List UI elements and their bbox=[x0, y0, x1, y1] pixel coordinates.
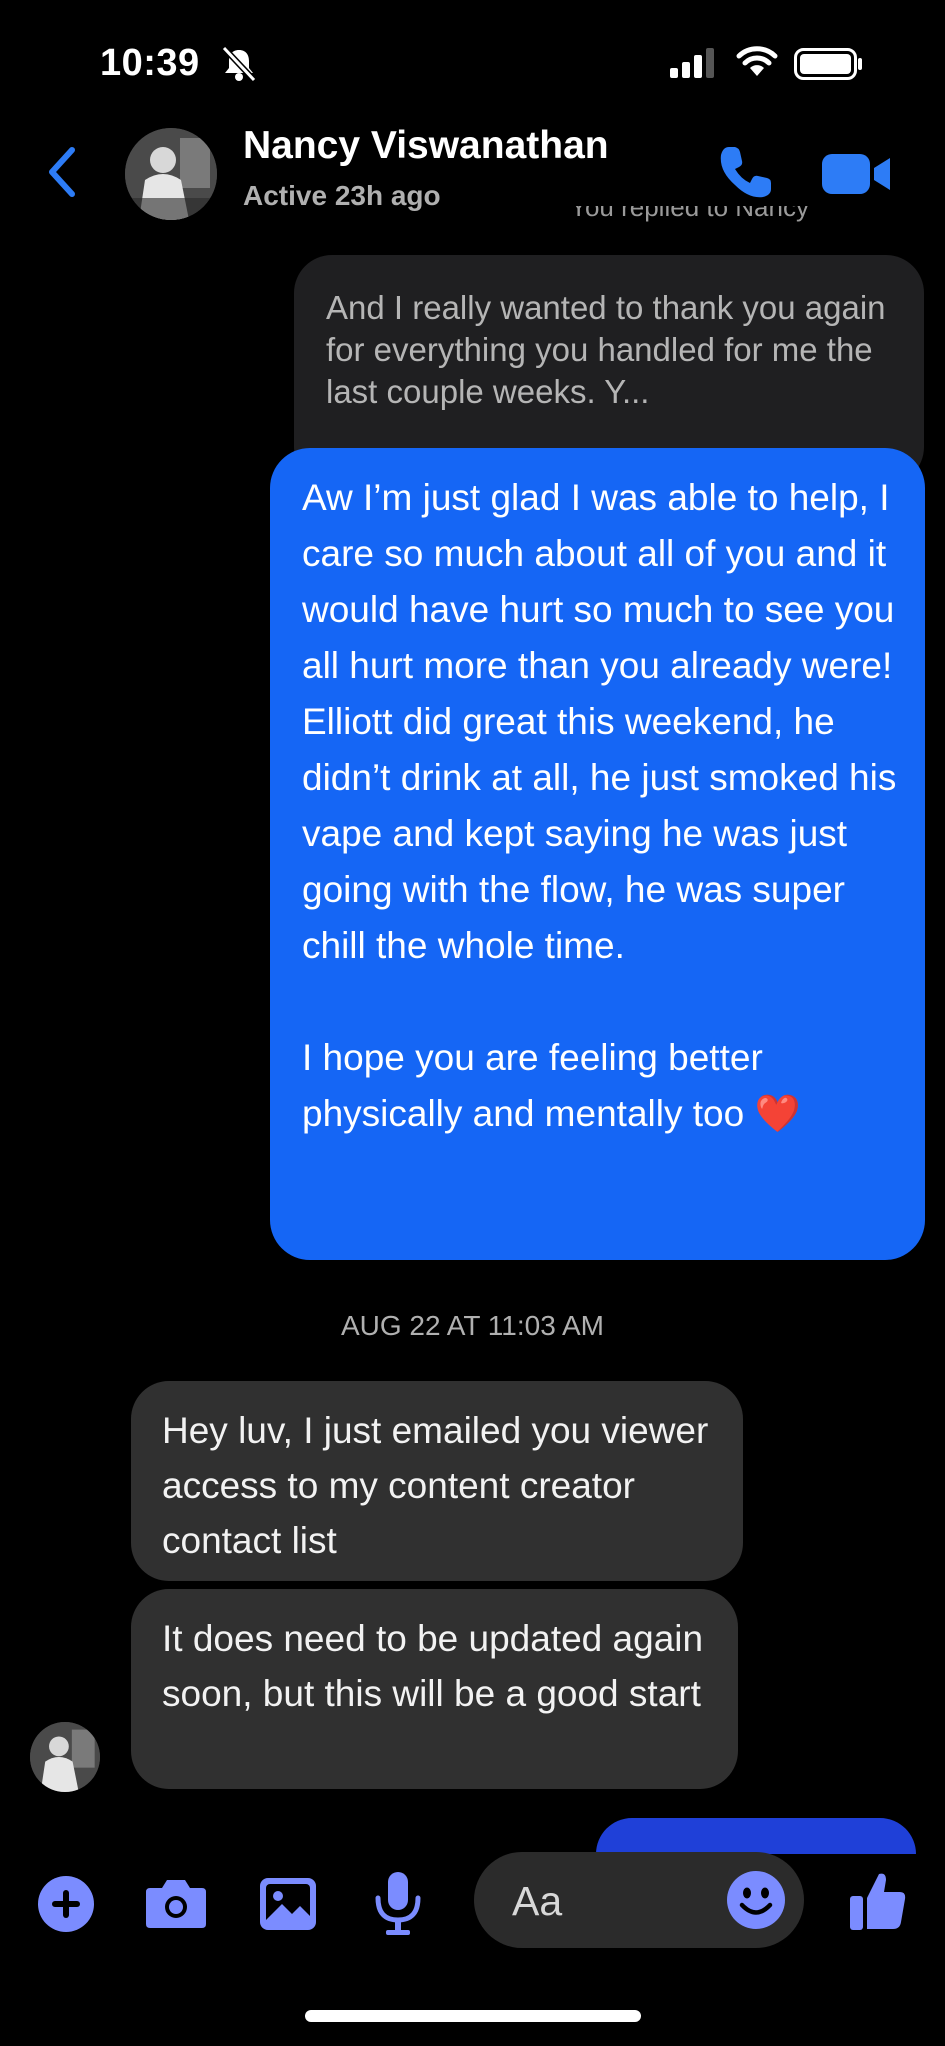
active-status: Active 23h ago bbox=[243, 180, 441, 211]
sender-avatar[interactable] bbox=[30, 1722, 100, 1792]
sent-message-bubble[interactable]: Aw I’m just glad I was able to help, I c… bbox=[270, 448, 925, 1260]
received-message-text: It does need to be updated again soon, b… bbox=[162, 1618, 704, 1714]
emoji-icon[interactable] bbox=[726, 1870, 786, 1930]
sent-message-text: Aw I’m just glad I was able to help, I c… bbox=[302, 477, 897, 966]
add-plus-icon[interactable] bbox=[38, 1876, 94, 1932]
contact-name[interactable]: Nancy Viswanathan bbox=[243, 124, 609, 168]
wifi-icon bbox=[736, 46, 778, 76]
reply-label: You replied to Nancy bbox=[570, 206, 809, 222]
microphone-icon[interactable] bbox=[374, 1870, 422, 1936]
received-message-bubble[interactable]: Hey luv, I just emailed you viewer acces… bbox=[131, 1381, 743, 1581]
sent-message-text-2: I hope you are feeling better physically… bbox=[302, 1037, 801, 1134]
cellular-signal-icon bbox=[670, 48, 714, 78]
next-sent-bubble-peek bbox=[596, 1818, 916, 1854]
back-chevron-icon[interactable] bbox=[44, 146, 80, 198]
received-message-text: Hey luv, I just emailed you viewer acces… bbox=[162, 1410, 709, 1561]
thumbs-up-icon[interactable] bbox=[848, 1870, 908, 1932]
message-timestamp: AUG 22 AT 11:03 AM bbox=[340, 1310, 605, 1341]
contact-avatar[interactable] bbox=[125, 128, 217, 220]
message-input[interactable]: Aa bbox=[474, 1852, 804, 1948]
camera-icon[interactable] bbox=[144, 1878, 208, 1930]
silent-bell-icon bbox=[222, 46, 256, 82]
quoted-text: And I really wanted to thank you again f… bbox=[326, 289, 886, 410]
phone-call-icon[interactable] bbox=[715, 143, 775, 203]
battery-icon bbox=[794, 48, 862, 80]
photo-gallery-icon[interactable] bbox=[258, 1876, 318, 1932]
video-call-icon[interactable] bbox=[822, 150, 892, 198]
home-indicator bbox=[305, 2010, 641, 2022]
status-time: 10:39 bbox=[100, 42, 200, 84]
message-input-placeholder: Aa bbox=[512, 1878, 563, 1924]
received-message-bubble[interactable]: It does need to be updated again soon, b… bbox=[131, 1589, 738, 1789]
